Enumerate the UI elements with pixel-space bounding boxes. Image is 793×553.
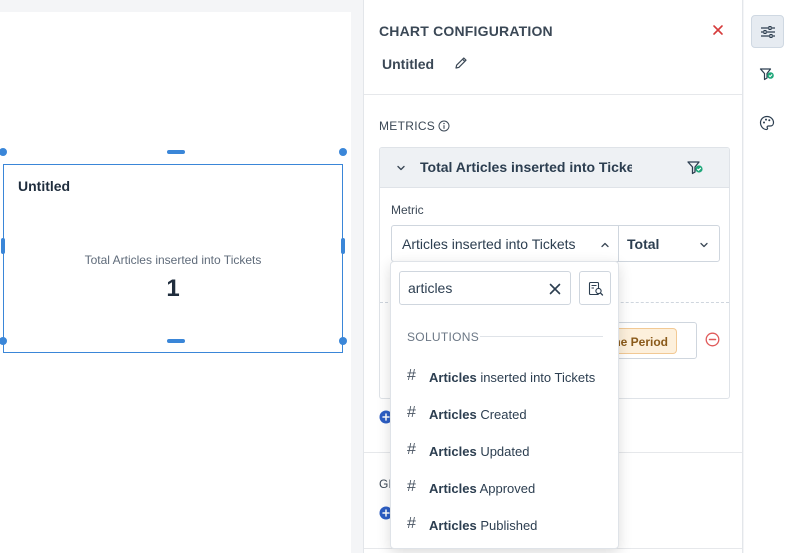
- palette-icon: [759, 115, 775, 131]
- dropdown-option[interactable]: # Articles Updated: [391, 436, 618, 466]
- option-match: Articles: [429, 518, 477, 533]
- metric-select-value: Articles inserted into Tickets: [402, 236, 576, 252]
- option-rest: Created: [476, 407, 527, 422]
- widget-metric-label: Total Articles inserted into Tickets: [84, 253, 262, 267]
- clear-icon[interactable]: [548, 282, 562, 296]
- option-rest: inserted into Tickets: [476, 370, 596, 385]
- search-options-button[interactable]: [579, 271, 611, 305]
- chevron-up-icon: [601, 242, 609, 248]
- metrics-section-label: METRICS: [379, 119, 436, 133]
- right-toolbar: [744, 0, 793, 553]
- option-match: Articles: [429, 407, 477, 422]
- dropdown-option[interactable]: # Articles Approved: [391, 473, 618, 503]
- hash-icon: #: [407, 441, 416, 458]
- close-icon: [713, 25, 723, 35]
- resize-handle-bottom[interactable]: [167, 339, 185, 343]
- option-group-header: SOLUTIONS: [407, 330, 480, 344]
- chart-widget[interactable]: Untitled Total Articles inserted into Ti…: [3, 164, 343, 353]
- chevron-down-icon: [397, 165, 405, 171]
- resize-handle-top[interactable]: [167, 150, 185, 154]
- info-icon[interactable]: [438, 120, 450, 132]
- aggregation-select-value: Total: [627, 236, 660, 252]
- panel-heading: CHART CONFIGURATION: [379, 23, 553, 39]
- chevron-down-icon: [700, 242, 708, 248]
- resize-handle-left[interactable]: [1, 238, 5, 254]
- filter-check-icon[interactable]: [686, 159, 704, 177]
- pencil-icon[interactable]: [454, 56, 468, 70]
- hash-icon: #: [407, 404, 416, 421]
- option-rest: Published: [476, 518, 538, 533]
- widget-value: 1: [166, 275, 180, 302]
- dropdown-option[interactable]: # Articles Published: [391, 510, 618, 540]
- metric-card-title: Total Articles inserted into Tickets: [420, 159, 632, 175]
- dropdown-option[interactable]: # Articles Created: [391, 399, 618, 429]
- time-period-chip-label: ne Period: [613, 335, 668, 349]
- hash-icon: #: [407, 515, 416, 532]
- option-match: Articles: [429, 370, 477, 385]
- resize-handle-right[interactable]: [341, 238, 345, 254]
- metric-card-header[interactable]: Total Articles inserted into Tickets: [380, 148, 729, 188]
- filters-tab-button[interactable]: [751, 59, 784, 92]
- styling-tab-button[interactable]: [751, 107, 784, 140]
- option-rest: Updated: [476, 444, 530, 459]
- configuration-tab-button[interactable]: [751, 15, 784, 48]
- metric-dropdown: SOLUTIONS # Articles inserted into Ticke…: [390, 261, 619, 549]
- search-field[interactable]: [399, 271, 571, 305]
- option-match: Articles: [429, 481, 477, 496]
- panel-divider: [364, 94, 742, 95]
- metric-select[interactable]: Articles inserted into Tickets: [391, 225, 619, 262]
- group-divider: [480, 336, 603, 337]
- search-settings-icon: [588, 281, 604, 296]
- hash-icon: #: [407, 367, 416, 384]
- remove-circle-icon[interactable]: [705, 332, 720, 347]
- sliders-icon: [761, 26, 775, 38]
- widget-title: Untitled: [18, 178, 71, 194]
- hash-icon: #: [407, 478, 416, 495]
- option-rest: Approved: [476, 481, 536, 496]
- option-match: Articles: [429, 444, 477, 459]
- search-input[interactable]: [408, 280, 538, 296]
- dashboard-canvas: Untitled Total Articles inserted into Ti…: [0, 12, 351, 553]
- metric-field-label: Metric: [391, 203, 424, 217]
- aggregation-select[interactable]: Total: [618, 225, 720, 262]
- dropdown-option[interactable]: # Articles inserted into Tickets: [391, 362, 618, 392]
- close-button[interactable]: [710, 22, 726, 38]
- resize-handle-top-right[interactable]: [339, 148, 347, 156]
- resize-handle-bottom-right[interactable]: [339, 337, 347, 345]
- filter-check-icon: [759, 68, 774, 81]
- chart-name: Untitled: [382, 56, 435, 72]
